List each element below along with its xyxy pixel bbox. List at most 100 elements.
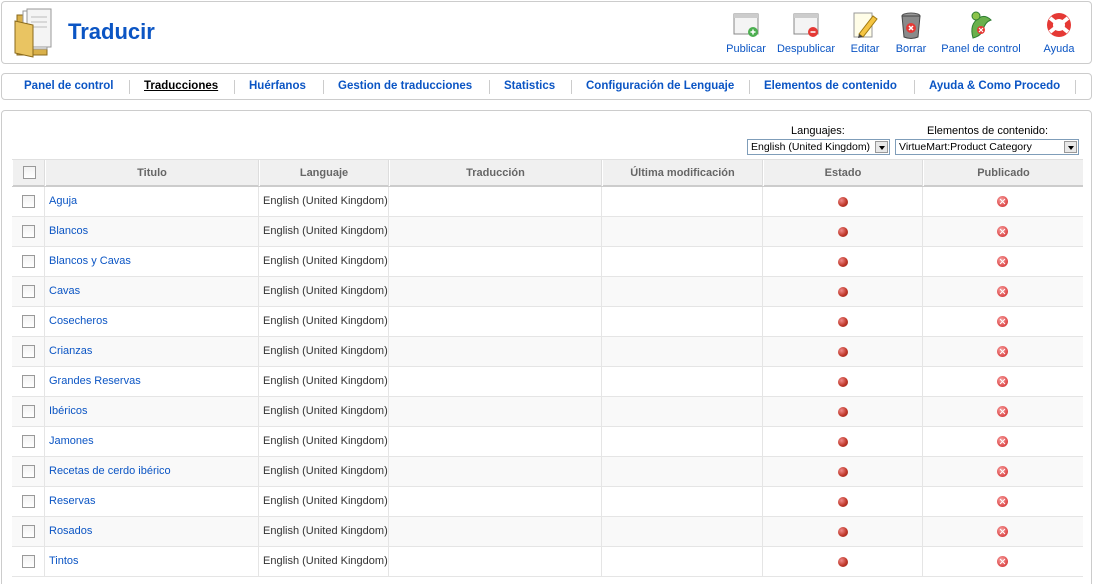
row-translation (389, 427, 602, 456)
row-title-link[interactable]: Grandes Reservas (45, 367, 259, 396)
unpublish-button[interactable]: Despublicar (775, 8, 837, 60)
table-header: Titulo Languaje Traducción Última modifi… (12, 159, 1083, 187)
row-title-link[interactable]: Blancos y Cavas (45, 247, 259, 276)
row-last-modified (602, 397, 763, 426)
table-row: Blancos English (United Kingdom) (12, 217, 1083, 247)
row-checkbox-cell (12, 547, 45, 576)
column-header-language[interactable]: Languaje (259, 160, 389, 186)
unpublished-x-icon[interactable] (997, 226, 1008, 237)
submenu-gestion-traducciones[interactable]: Gestion de traducciones (338, 80, 472, 92)
row-title-link[interactable]: Ibéricos (45, 397, 259, 426)
row-status-cell (763, 217, 923, 246)
row-title-link[interactable]: Tintos (45, 547, 259, 576)
edit-button[interactable]: Editar (847, 8, 883, 60)
column-header-translation[interactable]: Traducción (389, 160, 602, 186)
unpublished-x-icon[interactable] (997, 466, 1008, 477)
column-header-published[interactable]: Publicado (923, 160, 1083, 186)
delete-button[interactable]: Borrar (891, 8, 931, 60)
row-title-link[interactable]: Reservas (45, 487, 259, 516)
row-title-link[interactable]: Recetas de cerdo ibérico (45, 457, 259, 486)
row-checkbox-cell (12, 457, 45, 486)
unpublished-x-icon[interactable] (997, 436, 1008, 447)
submenu-divider (571, 80, 572, 94)
row-published-cell (923, 517, 1083, 546)
submenu-statistics[interactable]: Statistics (504, 80, 555, 92)
unpublished-x-icon[interactable] (997, 286, 1008, 297)
submenu-panel-de-control[interactable]: Panel de control (24, 80, 113, 92)
help-label: Ayuda (1043, 43, 1075, 55)
row-checkbox[interactable] (22, 315, 35, 328)
edit-icon (851, 10, 879, 40)
status-red-dot-icon (838, 197, 848, 207)
trash-icon (897, 10, 925, 40)
row-language: English (United Kingdom) (259, 337, 389, 366)
control-panel-button[interactable]: Panel de control (939, 8, 1023, 60)
row-checkbox[interactable] (22, 495, 35, 508)
row-checkbox[interactable] (22, 405, 35, 418)
row-status-cell (763, 247, 923, 276)
publish-icon (732, 10, 760, 40)
submenu-configuracion-lenguaje[interactable]: Configuración de Lenguaje (586, 80, 734, 92)
row-checkbox-cell (12, 217, 45, 246)
row-checkbox[interactable] (22, 195, 35, 208)
unpublished-x-icon[interactable] (997, 526, 1008, 537)
unpublished-x-icon[interactable] (997, 196, 1008, 207)
submenu-huerfanos[interactable]: Huérfanos (249, 80, 306, 92)
row-checkbox[interactable] (22, 465, 35, 478)
unpublished-x-icon[interactable] (997, 346, 1008, 357)
publish-label: Publicar (726, 43, 766, 55)
row-title-link[interactable]: Rosados (45, 517, 259, 546)
row-title-link[interactable]: Cosecheros (45, 307, 259, 336)
status-red-dot-icon (838, 497, 848, 507)
unpublished-x-icon[interactable] (997, 376, 1008, 387)
row-title-link[interactable]: Blancos (45, 217, 259, 246)
submenu-traducciones[interactable]: Traducciones (144, 80, 218, 92)
row-title-link[interactable]: Crianzas (45, 337, 259, 366)
unpublished-x-icon[interactable] (997, 256, 1008, 267)
unpublished-x-icon[interactable] (997, 556, 1008, 567)
row-checkbox[interactable] (22, 375, 35, 388)
row-checkbox[interactable] (22, 255, 35, 268)
row-language: English (United Kingdom) (259, 547, 389, 576)
row-checkbox-cell (12, 517, 45, 546)
table-row: Cavas English (United Kingdom) (12, 277, 1083, 307)
column-header-last-modified[interactable]: Última modificación (602, 160, 763, 186)
row-checkbox-cell (12, 337, 45, 366)
status-red-dot-icon (838, 467, 848, 477)
column-header-status[interactable]: Estado (763, 160, 923, 186)
submenu-divider (914, 80, 915, 94)
unpublished-x-icon[interactable] (997, 406, 1008, 417)
row-published-cell (923, 247, 1083, 276)
content-element-select[interactable]: VirtueMart:Product Category (895, 139, 1079, 155)
row-language: English (United Kingdom) (259, 307, 389, 336)
unpublished-x-icon[interactable] (997, 496, 1008, 507)
row-checkbox[interactable] (22, 345, 35, 358)
row-last-modified (602, 457, 763, 486)
row-checkbox[interactable] (22, 555, 35, 568)
row-title-link[interactable]: Aguja (45, 187, 259, 216)
unpublished-x-icon[interactable] (997, 316, 1008, 327)
row-published-cell (923, 397, 1083, 426)
submenu-ayuda[interactable]: Ayuda & Como Procedo (929, 80, 1060, 92)
header-panel: Traducir Publicar Despublicar Editar Bor… (1, 1, 1092, 64)
row-checkbox[interactable] (22, 525, 35, 538)
toolbar: Publicar Despublicar Editar Borrar Panel… (721, 8, 1091, 60)
row-status-cell (763, 187, 923, 216)
language-select[interactable]: English (United Kingdom) (747, 139, 890, 155)
row-published-cell (923, 187, 1083, 216)
column-header-title[interactable]: Titulo (45, 160, 259, 186)
row-checkbox[interactable] (22, 435, 35, 448)
row-checkbox-cell (12, 487, 45, 516)
table-row: Jamones English (United Kingdom) (12, 427, 1083, 457)
row-title-link[interactable]: Jamones (45, 427, 259, 456)
help-button[interactable]: Ayuda (1039, 8, 1079, 60)
row-title-link[interactable]: Cavas (45, 277, 259, 306)
select-all-checkbox[interactable] (23, 166, 36, 179)
row-checkbox[interactable] (22, 225, 35, 238)
submenu-divider (1075, 80, 1076, 94)
row-last-modified (602, 217, 763, 246)
submenu-elementos-contenido[interactable]: Elementos de contenido (764, 80, 897, 92)
row-published-cell (923, 277, 1083, 306)
row-checkbox[interactable] (22, 285, 35, 298)
publish-button[interactable]: Publicar (721, 8, 771, 60)
